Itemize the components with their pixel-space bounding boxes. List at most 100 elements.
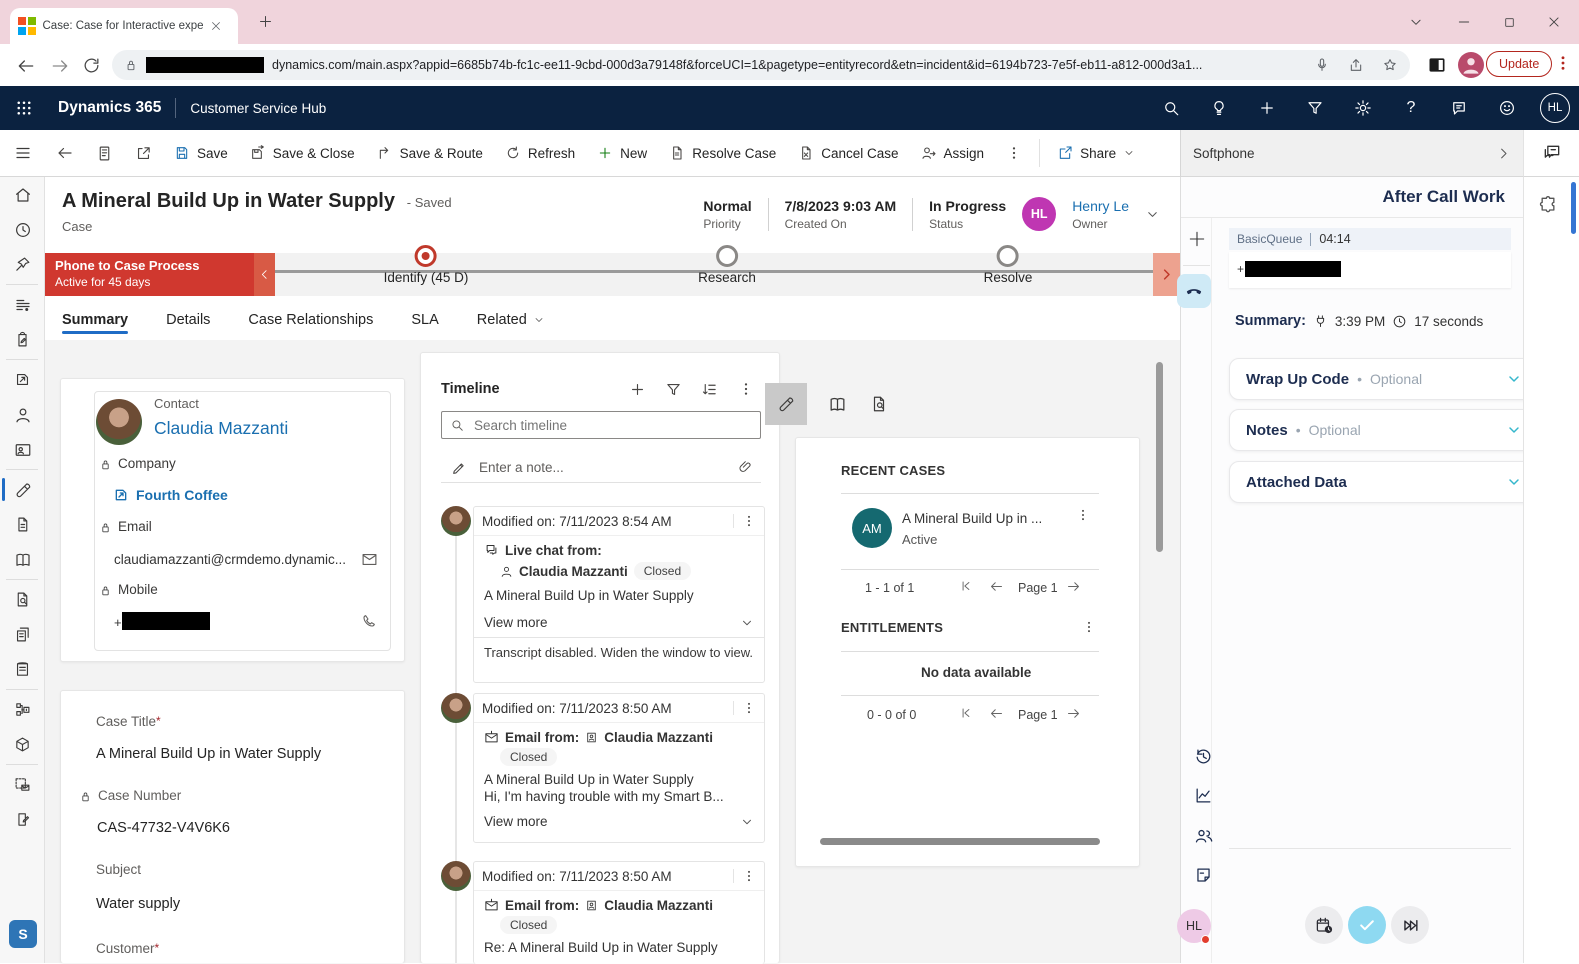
entry-more-icon[interactable]: [733, 701, 756, 715]
search-icon[interactable]: [1147, 86, 1195, 130]
bpf-stage-resolve[interactable]: Resolve: [984, 243, 1033, 285]
softphone-panel-header[interactable]: Softphone: [1180, 130, 1523, 177]
call-phone-icon[interactable]: [361, 613, 377, 629]
sidebar-activities-icon[interactable]: [0, 322, 45, 357]
entry-subject[interactable]: A Mineral Build Up in Water Supply: [484, 772, 754, 787]
owner-avatar[interactable]: HL: [1022, 197, 1056, 231]
acw-analytics-icon[interactable]: [1194, 786, 1213, 805]
wrap-up-code-section[interactable]: Wrap Up Code • Optional: [1229, 358, 1539, 400]
sidebar-flows-icon[interactable]: [0, 692, 45, 727]
share-icon[interactable]: [1348, 57, 1364, 73]
cancel-case-button[interactable]: Cancel Case: [787, 130, 909, 177]
header-field-status[interactable]: In Progress Status: [913, 198, 1022, 231]
sidebar-accounts-icon[interactable]: [0, 432, 45, 467]
lightbulb-icon[interactable]: [1195, 86, 1243, 130]
tab-summary[interactable]: Summary: [62, 312, 128, 340]
waffle-icon[interactable]: [0, 86, 48, 130]
tab-close-icon[interactable]: [210, 20, 222, 32]
url-bar[interactable]: dynamics.com/main.aspx?appid=6685b74b-fc…: [112, 50, 1410, 80]
sidebar-contacts-icon[interactable]: [0, 397, 45, 432]
contact-photo-avatar[interactable]: [96, 399, 142, 445]
timeline-filter-icon[interactable]: [665, 381, 682, 398]
case-title-value[interactable]: A Mineral Build Up in Water Supply: [96, 746, 321, 762]
timeline-entry-email-1[interactable]: Modified on: 7/11/2023 8:50 AM Email fro…: [473, 693, 765, 843]
view-more-link[interactable]: View more: [484, 814, 548, 829]
bpf-prev-chevron-icon[interactable]: [254, 253, 275, 296]
acw-customers-icon[interactable]: [1194, 826, 1214, 846]
sidebar-templates-icon[interactable]: [0, 617, 45, 652]
browser-back-icon[interactable]: [16, 56, 36, 76]
assign-button[interactable]: Assign: [910, 130, 996, 177]
user-avatar[interactable]: HL: [1531, 86, 1579, 130]
settings-gear-icon[interactable]: [1339, 86, 1387, 130]
email-value[interactable]: claudiamazzanti@crmdemo.dynamic...: [114, 552, 346, 567]
browser-menu-icon[interactable]: [1554, 54, 1572, 72]
more-commands-icon[interactable]: [995, 130, 1033, 177]
bookmark-star-icon[interactable]: [1382, 57, 1398, 73]
next-page-icon[interactable]: [1066, 579, 1081, 594]
save-and-route-button[interactable]: Save & Route: [366, 130, 494, 177]
quick-create-plus-icon[interactable]: [1243, 86, 1291, 130]
entry-person[interactable]: Claudia Mazzanti: [604, 898, 713, 913]
bpf-stage-identify[interactable]: Identify (45 D): [384, 243, 469, 285]
new-button[interactable]: New: [586, 130, 658, 177]
tab-details[interactable]: Details: [166, 312, 210, 340]
timeline-note-row[interactable]: Enter a note...: [441, 453, 761, 483]
new-tab-button[interactable]: [258, 14, 273, 29]
browser-forward-icon[interactable]: [50, 56, 70, 76]
entry-subject[interactable]: Re: A Mineral Build Up in Water Supply: [484, 940, 754, 955]
send-email-icon[interactable]: [361, 551, 378, 568]
schedule-callback-button[interactable]: [1305, 906, 1343, 944]
next-page-icon[interactable]: [1066, 706, 1081, 721]
timeline-entry-livechat[interactable]: Modified on: 7/11/2023 8:54 AM Live chat…: [473, 506, 765, 683]
owner-value[interactable]: Henry Le: [1072, 198, 1129, 214]
acw-notes-icon[interactable]: [1194, 866, 1213, 885]
acw-new-session-plus-icon[interactable]: [1187, 229, 1207, 249]
save-button[interactable]: Save: [163, 130, 239, 177]
skip-acw-button[interactable]: [1391, 906, 1429, 944]
sidebar-email-icon[interactable]: [0, 767, 45, 802]
browser-tab[interactable]: Case: Case for Interactive experie: [10, 8, 238, 44]
tab-related[interactable]: Related: [477, 312, 545, 340]
refresh-button[interactable]: Refresh: [494, 130, 586, 177]
subject-value[interactable]: Water supply: [96, 896, 180, 912]
recent-records-icon[interactable]: [85, 130, 124, 177]
company-value-link[interactable]: Fourth Coffee: [136, 487, 228, 503]
productivity-puzzle-icon[interactable]: [1538, 195, 1558, 215]
help-icon[interactable]: ?: [1387, 86, 1435, 130]
save-and-close-button[interactable]: Save & Close: [239, 130, 366, 177]
header-field-owner[interactable]: Henry Le Owner: [1056, 198, 1135, 231]
bpf-stage-research[interactable]: Research: [698, 243, 756, 285]
bpf-process-box[interactable]: Phone to Case Process Active for 45 days: [45, 253, 254, 296]
entry-more-icon[interactable]: [733, 869, 756, 883]
app-name[interactable]: Customer Service Hub: [190, 101, 326, 116]
smiley-icon[interactable]: [1483, 86, 1531, 130]
app-s-badge[interactable]: S: [9, 920, 37, 948]
sidebar-pinned-icon[interactable]: [0, 247, 45, 282]
side-panel-icon[interactable]: [1427, 55, 1447, 78]
timeline-search-box[interactable]: [441, 411, 761, 439]
chevron-down-icon[interactable]: [1506, 474, 1522, 490]
sidebar-queues-icon[interactable]: [0, 362, 45, 397]
prev-page-icon[interactable]: [989, 706, 1004, 721]
tab-sla[interactable]: SLA: [411, 312, 438, 340]
chevron-down-icon[interactable]: [1506, 371, 1522, 387]
sidebar-drafts-icon[interactable]: [0, 802, 45, 837]
sidebar-book-icon[interactable]: [0, 542, 45, 577]
timeline-entry-email-2[interactable]: Modified on: 7/11/2023 8:50 AM Email fro…: [473, 861, 765, 964]
teams-chat-icon[interactable]: [1542, 143, 1562, 163]
first-page-icon[interactable]: [959, 706, 973, 720]
browser-reload-icon[interactable]: [82, 56, 101, 75]
recent-case-avatar[interactable]: AM: [852, 508, 892, 548]
timeline-sort-icon[interactable]: [701, 381, 718, 398]
entry-more-icon[interactable]: [733, 514, 756, 528]
tool-tab-similar-cases[interactable]: [765, 383, 807, 425]
entry-subject[interactable]: A Mineral Build Up in Water Supply: [484, 588, 754, 603]
recent-case-more-icon[interactable]: [1076, 508, 1090, 522]
tool-tab-article-search[interactable]: [858, 383, 900, 425]
resolve-case-button[interactable]: Resolve Case: [658, 130, 787, 177]
sidebar-agent-experience-icon[interactable]: [0, 287, 45, 322]
sidebar-cases-icon[interactable]: [0, 472, 45, 507]
brand-title[interactable]: Dynamics 365: [58, 99, 161, 117]
bpf-next-chevron-icon[interactable]: [1153, 253, 1180, 296]
